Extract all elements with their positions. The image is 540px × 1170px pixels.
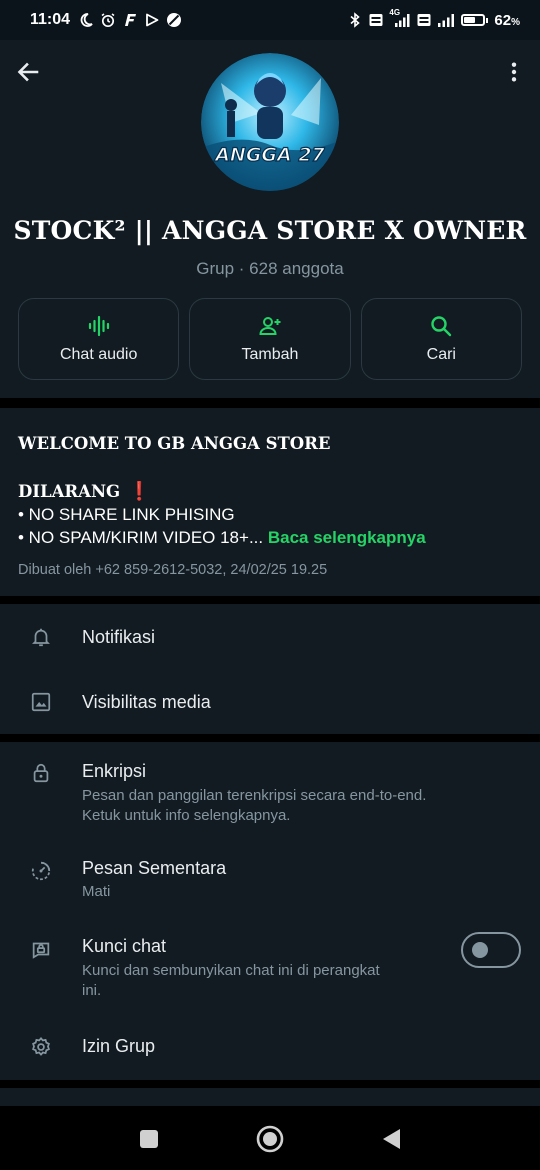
status-bar: 11:04 4G 62%: [0, 0, 540, 40]
encryption-subtitle: Pesan dan panggilan terenkripsi secara e…: [82, 787, 427, 804]
group-name: STOCK² || ANGGA STORE X OWNER: [13, 216, 527, 245]
chat-audio-button[interactable]: Chat audio: [18, 298, 180, 380]
gear-icon: [28, 1034, 54, 1060]
signal-icon-2: [437, 12, 455, 28]
notifications-label: Notifikasi: [82, 627, 156, 647]
description-title: WELCOME TO GB ANGGA STORE: [18, 434, 331, 453]
exclamation-icon: ❗: [128, 481, 151, 502]
back-button[interactable]: [14, 58, 42, 86]
system-back-button[interactable]: [376, 1124, 406, 1154]
back-triangle-icon: [383, 1129, 400, 1149]
play-icon: [144, 12, 160, 28]
more-vertical-icon: [511, 62, 517, 82]
group-avatar[interactable]: ANGGA 27: [201, 53, 339, 191]
recents-button[interactable]: [134, 1124, 164, 1154]
timer-icon: [28, 858, 54, 884]
description-subtitle: DILARANG ❗: [18, 481, 151, 502]
add-person-icon: [259, 317, 281, 335]
add-member-label: Tambah: [241, 346, 299, 363]
volte-icon-2: [417, 12, 431, 28]
next-section: [0, 1088, 540, 1106]
signal-icon: 4G: [389, 8, 411, 28]
chat-audio-label: Chat audio: [59, 346, 138, 363]
chat-lock-subtitle: Kunci dan sembunyikan chat ini di perang…: [82, 962, 380, 979]
group-description[interactable]: WELCOME TO GB ANGGA STORE DILARANG ❗ • N…: [0, 408, 540, 596]
notifications-row[interactable]: Notifikasi: [0, 604, 540, 670]
system-nav-bar: [0, 1106, 540, 1170]
moon-icon: [78, 12, 94, 28]
recents-square-icon: [140, 1130, 158, 1148]
group-permissions-row[interactable]: Izin Grup: [0, 1014, 540, 1080]
encryption-subtitle: Ketuk untuk info selengkapnya.: [82, 807, 291, 824]
chat-lock-subtitle: ini.: [82, 982, 102, 999]
bluetooth-icon: [347, 12, 363, 28]
group-avatar-image: ANGGA 27: [201, 53, 339, 191]
volte-icon: [369, 12, 383, 28]
ban-icon: [166, 12, 182, 28]
home-button[interactable]: [255, 1124, 285, 1154]
media-visibility-row[interactable]: Visibilitas media: [0, 670, 540, 734]
status-bar-right: 4G 62%: [347, 8, 520, 29]
read-more-link[interactable]: Baca selengkapnya: [268, 528, 426, 547]
battery-percent: 62%: [494, 11, 520, 29]
avatar-logo-text: ANGGA 27: [213, 144, 325, 166]
search-button[interactable]: Cari: [360, 298, 522, 380]
description-created-by: Dibuat oleh +62 859-2612-5032, 24/02/25 …: [18, 562, 328, 578]
chat-lock-title: Kunci chat: [82, 936, 167, 956]
description-line: • NO SHARE LINK PHISING: [18, 505, 235, 524]
disappearing-messages-value: Mati: [82, 883, 111, 900]
encryption-row[interactable]: Enkripsi Pesan dan panggilan terenkripsi…: [0, 742, 540, 836]
encryption-title: Enkripsi: [82, 761, 147, 781]
add-member-button[interactable]: Tambah: [189, 298, 351, 380]
toggle-knob: [472, 942, 488, 958]
image-icon: [28, 689, 54, 715]
search-label: Cari: [426, 346, 456, 363]
status-bar-left: 11:04: [30, 11, 182, 29]
status-time: 11:04: [30, 11, 71, 28]
group-permissions-title: Izin Grup: [82, 1036, 156, 1056]
privacy-section: Enkripsi Pesan dan panggilan terenkripsi…: [0, 742, 540, 1080]
chat-lock-icon: [28, 936, 54, 962]
action-buttons: Chat audio Tambah Cari: [18, 298, 522, 380]
lock-icon: [28, 760, 54, 786]
disappearing-messages-row[interactable]: Pesan Sementara Mati: [0, 836, 540, 914]
description-line: • NO SPAM/KIRIM VIDEO 18+... Baca seleng…: [18, 528, 426, 547]
bell-icon: [28, 624, 54, 650]
battery-fill: [464, 17, 476, 23]
alarm-icon: [100, 12, 116, 28]
media-visibility-label: Visibilitas media: [82, 692, 211, 712]
notification-section: Notifikasi Visibilitas media: [0, 604, 540, 734]
f-app-icon: [122, 12, 138, 28]
search-icon: [431, 316, 452, 337]
more-options-button[interactable]: [502, 58, 526, 86]
group-header: ANGGA 27 STOCK² || ANGGA STORE X OWNER G…: [0, 40, 540, 398]
arrow-left-icon: [17, 62, 39, 82]
battery-icon: [461, 14, 489, 26]
network-type-label: 4G: [389, 8, 401, 17]
chat-lock-toggle[interactable]: [461, 932, 521, 968]
home-circle-icon: [256, 1125, 284, 1153]
chat-lock-row[interactable]: Kunci chat Kunci dan sembunyikan chat in…: [0, 914, 540, 1014]
disappearing-messages-title: Pesan Sementara: [82, 858, 227, 878]
audio-wave-icon: [88, 315, 109, 337]
group-meta[interactable]: Grup · 628 anggota: [0, 259, 540, 279]
